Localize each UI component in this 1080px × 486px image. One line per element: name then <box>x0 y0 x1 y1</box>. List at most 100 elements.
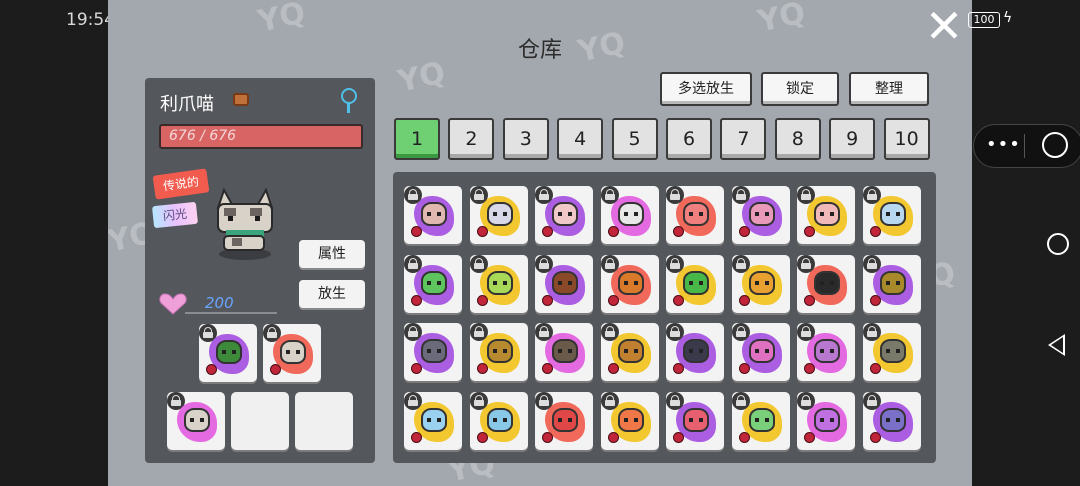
page-tab[interactable]: 3 <box>502 118 549 160</box>
storage-cell[interactable] <box>600 391 659 450</box>
storage-cell[interactable] <box>535 323 593 381</box>
team-slot-empty[interactable] <box>231 392 289 450</box>
lock-button[interactable]: 锁定 <box>761 72 839 106</box>
storage-cell[interactable] <box>600 186 659 244</box>
storage-cell[interactable] <box>797 323 855 381</box>
pet-sprite <box>617 202 644 226</box>
lock-icon <box>404 323 422 341</box>
berry-icon <box>673 363 684 374</box>
storage-cell[interactable] <box>469 186 528 244</box>
storage-cell[interactable] <box>862 323 921 381</box>
storage-grid <box>393 172 936 463</box>
storage-cell[interactable] <box>862 186 921 244</box>
release-button[interactable]: 放生 <box>299 280 365 308</box>
pet-sprite <box>683 202 709 226</box>
storage-cell[interactable] <box>731 254 790 313</box>
home-icon[interactable] <box>1047 233 1069 255</box>
lock-icon <box>731 323 750 341</box>
pet-sprite <box>748 270 775 295</box>
affection-bar <box>185 312 277 314</box>
page-tab[interactable]: 5 <box>611 118 658 160</box>
lock-icon <box>666 391 684 410</box>
storage-cell[interactable] <box>862 254 921 313</box>
lock-icon <box>666 186 684 204</box>
lock-icon <box>535 254 553 273</box>
page-tab[interactable]: 1 <box>394 118 440 160</box>
pet-sprite <box>552 407 578 432</box>
pet-sprite <box>552 202 578 226</box>
storage-cell[interactable] <box>469 391 528 450</box>
game-area: YQ YQ YQ YQ YQ YQ YQ YQ 仓库 利爪喵 676 / 676… <box>108 0 972 486</box>
storage-cell[interactable] <box>469 254 528 313</box>
page-tab[interactable]: 9 <box>829 118 876 160</box>
lock-icon <box>469 186 488 204</box>
more-icon[interactable]: ••• <box>986 134 1021 155</box>
pet-sprite-small <box>184 408 210 432</box>
storage-cell[interactable] <box>535 391 593 450</box>
storage-cell[interactable] <box>797 254 855 313</box>
storage-cell[interactable] <box>731 391 790 450</box>
pet-sprite <box>421 202 447 226</box>
lock-icon <box>731 254 750 273</box>
storage-cell[interactable] <box>797 391 855 450</box>
team-slot-empty[interactable] <box>295 392 353 450</box>
lock-icon <box>469 254 488 273</box>
storage-cell[interactable] <box>404 391 462 450</box>
lock-icon <box>600 323 619 341</box>
storage-cell[interactable] <box>404 254 462 313</box>
berry-icon <box>869 226 881 237</box>
storage-cell[interactable] <box>731 186 790 244</box>
storage-cell[interactable] <box>404 186 462 244</box>
equip-slot[interactable] <box>199 324 257 382</box>
berry-icon <box>738 226 750 237</box>
lock-icon <box>666 323 684 341</box>
pet-name: 利爪喵 <box>160 94 214 115</box>
pet-sprite <box>814 339 840 363</box>
page-tab[interactable]: 2 <box>448 118 495 160</box>
lock-icon <box>797 186 815 204</box>
lock-icon <box>404 391 422 410</box>
lock-icon <box>797 391 815 410</box>
berry-icon <box>673 294 684 306</box>
page-tab[interactable]: 10 <box>883 118 930 160</box>
pet-sprite <box>683 407 709 432</box>
storage-cell[interactable] <box>535 254 593 313</box>
sort-button[interactable]: 整理 <box>849 72 929 106</box>
storage-cell[interactable] <box>797 186 855 244</box>
pet-sprite <box>814 202 840 226</box>
storage-cell[interactable] <box>666 323 724 381</box>
bag-icon[interactable] <box>233 93 249 106</box>
lock-icon <box>862 186 881 204</box>
storage-cell[interactable] <box>600 323 659 381</box>
close-icon[interactable]: ✕ <box>922 3 966 49</box>
pet-sprite <box>216 187 274 260</box>
storage-cell[interactable] <box>535 186 593 244</box>
team-slot[interactable] <box>167 392 225 450</box>
storage-cell[interactable] <box>666 254 724 313</box>
equip-slot[interactable] <box>263 324 321 382</box>
lock-icon <box>862 391 881 410</box>
storage-cell[interactable] <box>404 323 462 381</box>
storage-cell[interactable] <box>862 391 921 450</box>
pet-sprite <box>486 202 513 226</box>
storage-cell[interactable] <box>469 323 528 381</box>
berry-icon <box>607 363 619 374</box>
berry-icon <box>804 431 815 443</box>
berry-icon <box>607 431 619 443</box>
pet-detail-panel: 利爪喵 676 / 676 传说的 闪光 属性 放生 200 <box>145 78 375 463</box>
berry-icon <box>411 431 422 443</box>
pet-sprite <box>617 270 644 295</box>
storage-cell[interactable] <box>600 254 659 313</box>
page-tab[interactable]: 6 <box>666 118 712 160</box>
storage-cell[interactable] <box>666 391 724 450</box>
pet-sprite <box>552 270 578 295</box>
storage-cell[interactable] <box>666 186 724 244</box>
attributes-button[interactable]: 属性 <box>299 240 365 268</box>
page-tab[interactable]: 7 <box>720 118 767 160</box>
page-tab[interactable]: 8 <box>774 118 821 160</box>
exit-icon[interactable] <box>1042 132 1068 158</box>
page-tab[interactable]: 4 <box>557 118 604 160</box>
storage-cell[interactable] <box>731 323 790 381</box>
multi-release-button[interactable]: 多选放生 <box>660 72 752 106</box>
pet-sprite <box>486 339 513 363</box>
